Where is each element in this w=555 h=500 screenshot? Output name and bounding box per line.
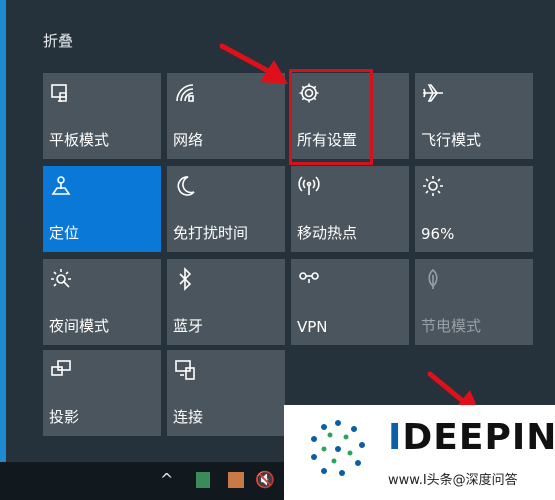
- network-icon: [173, 81, 203, 109]
- tile-brightness[interactable]: 96%: [415, 166, 533, 252]
- tile-label: 蓝牙: [173, 317, 204, 335]
- battery-saver-icon: [421, 267, 451, 295]
- ideepin-logo-icon: [311, 420, 365, 476]
- tile-label: 免打扰时间: [173, 224, 249, 242]
- tile-quiet-hours[interactable]: 免打扰时间: [167, 166, 285, 252]
- tile-label: 96%: [421, 225, 455, 243]
- project-icon: [49, 358, 79, 386]
- volume-mute-icon[interactable]: 🔇: [255, 470, 275, 489]
- red-arrow-icon: [219, 43, 288, 84]
- tile-airplane-mode[interactable]: 飞行模式: [415, 73, 533, 159]
- bluetooth-icon: [173, 267, 203, 295]
- tile-battery-saver[interactable]: 节电模式: [415, 259, 533, 345]
- moon-icon: [173, 174, 203, 202]
- tile-label: 网络: [173, 131, 204, 149]
- tile-vpn[interactable]: VPN: [291, 259, 409, 345]
- night-light-icon: [49, 267, 79, 295]
- tile-label: 节电模式: [421, 317, 482, 335]
- tile-label: 平板模式: [49, 131, 110, 149]
- tile-label: 飞行模式: [421, 131, 482, 149]
- location-icon: [49, 174, 79, 202]
- tile-tablet-mode[interactable]: 平板模式: [43, 73, 161, 159]
- airplane-icon: [421, 81, 451, 109]
- tile-connect[interactable]: 连接: [167, 350, 285, 436]
- watermark-url: www.I头条@深度问答: [388, 473, 518, 488]
- tile-label: 连接: [173, 408, 204, 426]
- tray-app-icon[interactable]: [228, 472, 244, 488]
- panel-accent-edge: [0, 0, 6, 462]
- tile-bluetooth[interactable]: 蓝牙: [167, 259, 285, 345]
- vpn-icon: [297, 267, 327, 295]
- hotspot-icon: [297, 174, 327, 202]
- tile-label: 移动热点: [297, 224, 358, 242]
- watermark-title: IDEEPIN: [388, 417, 555, 458]
- brightness-icon: [421, 174, 451, 202]
- tile-project[interactable]: 投影: [43, 350, 161, 436]
- tile-night-light[interactable]: 夜间模式: [43, 259, 161, 345]
- settings-highlight-box: [289, 69, 373, 165]
- tile-label: 夜间模式: [49, 317, 110, 335]
- connect-icon: [173, 358, 203, 386]
- watermark-badge: IDEEPIN www.I头条@深度问答: [284, 405, 555, 500]
- show-hidden-icons-chevron-icon[interactable]: ^: [160, 470, 173, 489]
- collapse-link[interactable]: 折叠: [43, 30, 73, 51]
- tile-location[interactable]: 定位: [43, 166, 161, 252]
- tile-mobile-hotspot[interactable]: 移动热点: [291, 166, 409, 252]
- tile-label: 定位: [49, 224, 80, 242]
- tablet-mode-icon: [49, 81, 79, 109]
- tile-label: 投影: [49, 408, 80, 426]
- tile-label: VPN: [297, 318, 328, 336]
- tray-app-icon[interactable]: [196, 472, 210, 488]
